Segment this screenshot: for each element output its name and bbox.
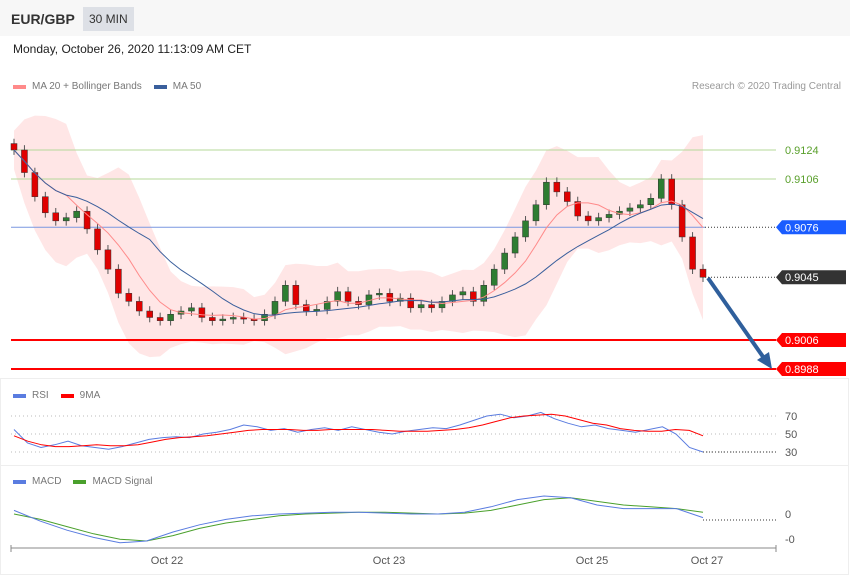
candle [511, 236, 519, 254]
candle [532, 204, 540, 222]
candle [42, 196, 49, 214]
x-tick-label: Oct 27 [691, 555, 723, 567]
rsi-ma-line [13, 413, 704, 448]
candle [31, 172, 39, 197]
macd-tick: -0 [785, 534, 795, 546]
candle [543, 181, 550, 206]
candle [198, 307, 206, 318]
candle [146, 310, 153, 318]
rsi-tick: 30 [785, 447, 797, 459]
candle [62, 217, 70, 222]
candle [104, 249, 112, 270]
candle [188, 307, 195, 312]
candle [83, 210, 91, 230]
support-label: 0.9006 [785, 335, 819, 347]
candle [292, 285, 300, 305]
candle [605, 214, 613, 218]
candle [167, 314, 174, 321]
rsi-chart: 70 50 30 [11, 411, 797, 459]
candle [376, 293, 383, 296]
candle [689, 236, 696, 270]
macd-signal-line [13, 497, 704, 542]
rsi-tick: 70 [785, 411, 797, 423]
candle [501, 252, 508, 270]
candle [334, 291, 341, 302]
candle [428, 304, 435, 309]
candle [595, 217, 602, 222]
bollinger-band-area [14, 115, 703, 358]
candle [344, 291, 352, 302]
candle [125, 293, 133, 302]
rsi-tick: 50 [785, 429, 797, 441]
pivot-label: 0.9076 [785, 222, 819, 234]
candle [584, 215, 592, 222]
candle [678, 204, 686, 238]
forecast-arrow [706, 276, 772, 369]
macd-chart: 0 -0 [13, 495, 795, 546]
candle [94, 228, 101, 251]
candle [626, 207, 634, 212]
candle [136, 301, 143, 312]
candle [657, 178, 665, 199]
candle [219, 318, 227, 321]
candle [271, 301, 279, 315]
candle [647, 198, 655, 206]
candle [282, 285, 289, 302]
candle [417, 304, 425, 309]
candle [564, 191, 571, 202]
last-label: 0.9045 [785, 272, 819, 284]
candle [459, 291, 467, 296]
candle [229, 317, 237, 320]
candle [115, 268, 122, 294]
x-tick-label: Oct 23 [373, 555, 405, 567]
candle [699, 268, 707, 278]
candle [553, 181, 561, 193]
candle [637, 204, 644, 209]
x-axis: Oct 22 Oct 23 Oct 25 Oct 27 [10, 545, 777, 567]
candle [490, 268, 498, 286]
candle [73, 210, 80, 218]
bollinger-bands [14, 115, 703, 358]
candle [10, 143, 18, 151]
x-tick-label: Oct 22 [151, 555, 183, 567]
candle [156, 317, 164, 321]
candle [209, 317, 216, 321]
resistance-label: 0.9124 [785, 145, 819, 157]
x-tick-label: Oct 25 [576, 555, 608, 567]
support-label: 0.8988 [785, 364, 819, 376]
candle [386, 293, 394, 302]
macd-tick: 0 [785, 509, 791, 521]
candle [52, 212, 60, 222]
macd-line [13, 495, 704, 544]
resistance-label: 0.9106 [785, 174, 819, 186]
price-chart: 0.9124 0.9106 0.9076 0.9045 0.9006 0.8988 70 5… [10, 115, 846, 567]
candle [522, 220, 529, 238]
